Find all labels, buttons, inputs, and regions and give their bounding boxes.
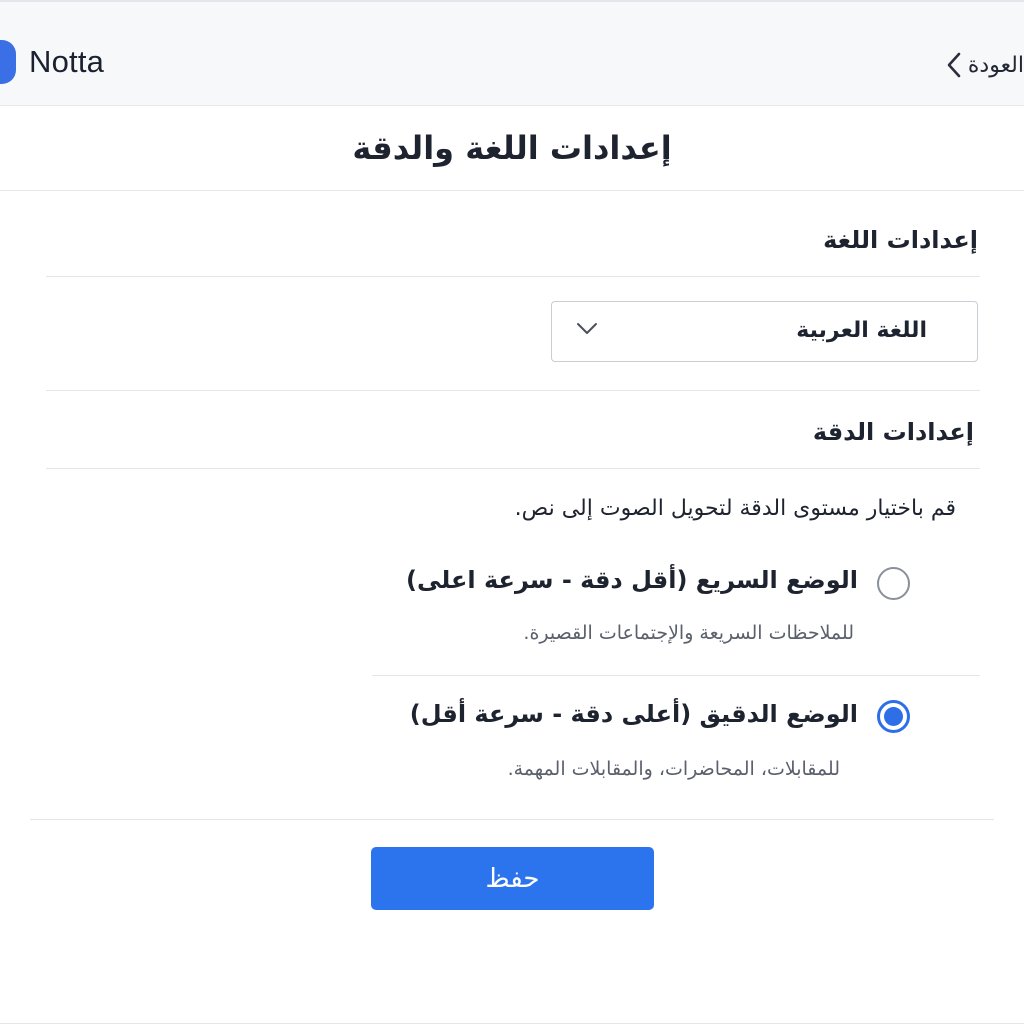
page-title-bar: إعدادات اللغة والدقة	[0, 106, 1024, 191]
option-fast-label: الوضع السريع (أقل دقة - سرعة اعلى)	[405, 566, 858, 594]
settings-window: Notta العودة إعدادات اللغة والدقة إعدادا…	[0, 0, 1024, 1024]
divider	[30, 819, 994, 820]
option-accurate-label: الوضع الدقيق (أعلى دقة - سرعة أقل)	[409, 700, 858, 728]
option-accurate-sub: للمقابلات، المحاضرات، والمقابلات المهمة.	[507, 758, 840, 780]
radio-accurate-mode[interactable]	[877, 700, 910, 733]
top-bar: Notta العودة	[0, 2, 1024, 106]
divider	[46, 276, 980, 277]
brand-name: Notta	[29, 44, 105, 79]
page-title: إعدادات اللغة والدقة	[352, 129, 672, 167]
option-fast-sub: للملاحظات السريعة والإجتماعات القصيرة.	[523, 622, 854, 644]
divider	[46, 390, 980, 391]
chevron-down-icon	[577, 323, 597, 334]
language-select-value: اللغة العربية	[796, 318, 927, 343]
accuracy-section-heading: إعدادات الدقة	[812, 418, 974, 446]
divider	[46, 468, 980, 469]
language-section-heading: إعدادات اللغة	[823, 226, 978, 254]
brand: Notta	[0, 38, 104, 86]
notta-logo-icon	[0, 40, 16, 84]
option-accurate-mode[interactable]: الوضع الدقيق (أعلى دقة - سرعة أقل) للمقا…	[372, 698, 910, 794]
back-button[interactable]: العودة	[946, 47, 1024, 83]
chevron-left-icon	[947, 52, 961, 78]
divider	[372, 675, 980, 676]
back-label: العودة	[967, 52, 1024, 78]
language-select[interactable]: اللغة العربية	[551, 301, 978, 362]
option-fast-mode[interactable]: الوضع السريع (أقل دقة - سرعة اعلى) للملا…	[372, 562, 910, 658]
save-button[interactable]: حفظ	[371, 847, 654, 910]
accuracy-description: قم باختيار مستوى الدقة لتحويل الصوت إلى …	[514, 496, 956, 521]
radio-fast-mode[interactable]	[877, 567, 910, 600]
